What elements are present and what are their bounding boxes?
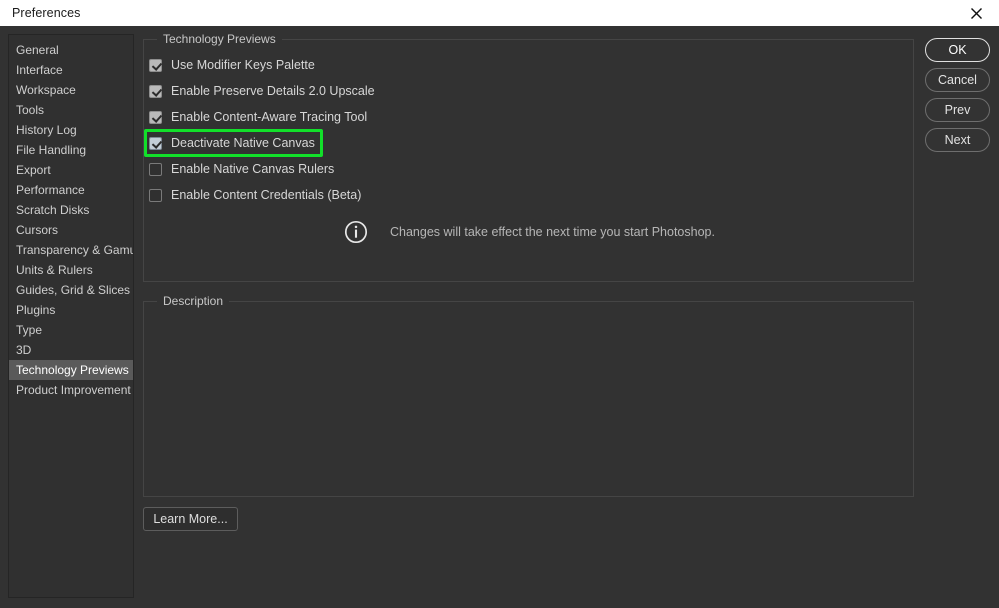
- window-title: Preferences: [12, 6, 81, 20]
- checkbox-row-enable-content-aware-tracing-tool[interactable]: Enable Content-Aware Tracing Tool: [149, 106, 367, 128]
- sidebar-item-history-log[interactable]: History Log: [9, 120, 133, 140]
- prev-button[interactable]: Prev: [925, 98, 990, 122]
- learn-more-button[interactable]: Learn More...: [143, 507, 238, 531]
- checkbox-unchecked-icon[interactable]: [149, 162, 162, 176]
- sidebar-item-type[interactable]: Type: [9, 320, 133, 340]
- checkbox-row-enable-native-canvas-rulers[interactable]: Enable Native Canvas Rulers: [149, 158, 334, 180]
- close-button[interactable]: [953, 0, 999, 26]
- info-icon: [344, 220, 368, 244]
- checkbox-label: Deactivate Native Canvas: [171, 136, 315, 150]
- sidebar-item-technology-previews[interactable]: Technology Previews: [9, 360, 133, 380]
- checkbox-label: Enable Preserve Details 2.0 Upscale: [171, 84, 375, 98]
- checkbox-row-enable-content-credentials-beta[interactable]: Enable Content Credentials (Beta): [149, 184, 361, 206]
- sidebar-item-performance[interactable]: Performance: [9, 180, 133, 200]
- technology-previews-group: Technology Previews Use Modifier Keys Pa…: [143, 32, 914, 282]
- checkbox-unchecked-icon[interactable]: [149, 188, 162, 202]
- checkbox-row-deactivate-native-canvas[interactable]: Deactivate Native Canvas: [149, 132, 315, 154]
- close-icon: [970, 7, 983, 20]
- checkbox-row-use-modifier-keys-palette[interactable]: Use Modifier Keys Palette: [149, 54, 315, 76]
- sidebar-item-plugins[interactable]: Plugins: [9, 300, 133, 320]
- checkbox-checked-icon[interactable]: [149, 84, 162, 98]
- sidebar-item-transparency-gamut[interactable]: Transparency & Gamut: [9, 240, 133, 260]
- sidebar-item-file-handling[interactable]: File Handling: [9, 140, 133, 160]
- sidebar-item-3d[interactable]: 3D: [9, 340, 133, 360]
- restart-note-text: Changes will take effect the next time y…: [390, 225, 715, 239]
- sidebar-item-workspace[interactable]: Workspace: [9, 80, 133, 100]
- sidebar-item-product-improvement[interactable]: Product Improvement: [9, 380, 133, 400]
- checkbox-label: Enable Content-Aware Tracing Tool: [171, 110, 368, 124]
- description-group-label: Description: [157, 294, 230, 308]
- checkbox-checked-icon[interactable]: [149, 58, 162, 72]
- sidebar-item-interface[interactable]: Interface: [9, 60, 133, 80]
- title-bar: Preferences: [0, 0, 999, 26]
- next-button[interactable]: Next: [925, 128, 990, 152]
- preferences-dialog: General Interface Workspace Tools History Lo…: [0, 26, 999, 608]
- sidebar-item-tools[interactable]: Tools: [9, 100, 133, 120]
- restart-note: Changes will take effect the next time y…: [344, 220, 715, 244]
- checkbox-label: Use Modifier Keys Palette: [171, 58, 315, 72]
- sidebar-item-scratch-disks[interactable]: Scratch Disks: [9, 200, 133, 220]
- dialog-button-column: OK Cancel Prev Next: [925, 38, 991, 158]
- sidebar-item-export[interactable]: Export: [9, 160, 133, 180]
- sidebar-item-cursors[interactable]: Cursors: [9, 220, 133, 240]
- checkbox-row-enable-preserve-details-2-0-upscale[interactable]: Enable Preserve Details 2.0 Upscale: [149, 80, 375, 102]
- sidebar-item-units-rulers[interactable]: Units & Rulers: [9, 260, 133, 280]
- sidebar-item-guides-grid-slices[interactable]: Guides, Grid & Slices: [9, 280, 133, 300]
- sidebar-item-general[interactable]: General: [9, 40, 133, 60]
- cancel-button[interactable]: Cancel: [925, 68, 990, 92]
- checkbox-checked-icon[interactable]: [149, 110, 162, 124]
- ok-button[interactable]: OK: [925, 38, 990, 62]
- checkbox-checked-icon[interactable]: [149, 136, 162, 150]
- checkbox-label: Enable Native Canvas Rulers: [171, 162, 335, 176]
- checkbox-label: Enable Content Credentials (Beta): [171, 188, 362, 202]
- technology-previews-group-label: Technology Previews: [157, 32, 282, 46]
- description-group: Description: [143, 294, 914, 497]
- category-sidebar[interactable]: General Interface Workspace Tools History Lo…: [8, 34, 134, 598]
